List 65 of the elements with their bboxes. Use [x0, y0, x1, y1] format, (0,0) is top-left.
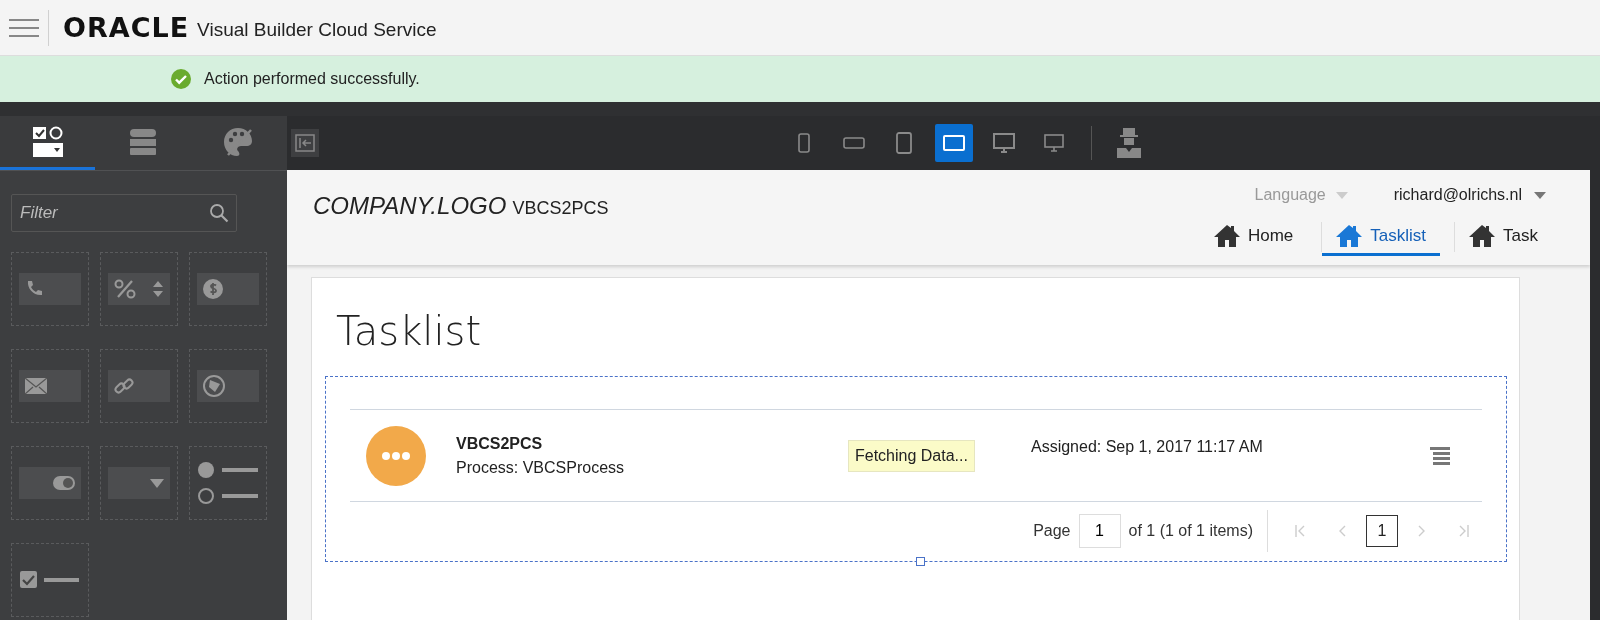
more-circle-icon — [366, 425, 426, 486]
page-number-button[interactable]: 1 — [1366, 515, 1398, 547]
tablet-landscape-icon — [943, 135, 965, 151]
task-title: VBCS2PCS — [456, 434, 544, 453]
phone-icon — [25, 280, 43, 298]
success-message: Action performed successfully. — [204, 70, 420, 88]
collapse-icon — [295, 134, 315, 152]
assigned-date: Assigned: Sep 1, 2017 11:17 AM — [1030, 437, 1263, 456]
chevron-left-icon — [1338, 525, 1346, 537]
dropdown-caret-icon — [150, 478, 164, 488]
list-icon — [1430, 446, 1450, 465]
spinner-arrows-icon — [152, 279, 164, 299]
nav-tab[interactable]: Task — [1455, 218, 1552, 256]
user-hat-icon — [1117, 128, 1141, 158]
product-name: Visual Builder Cloud Service — [197, 18, 437, 41]
aperture-icon — [203, 375, 225, 397]
page-label: Page — [1033, 522, 1071, 540]
percent-icon — [114, 279, 136, 299]
filter-field[interactable]: Filter — [11, 194, 237, 232]
palette-component[interactable] — [11, 349, 89, 423]
home-icon — [1336, 223, 1363, 248]
phone-icon — [798, 133, 810, 153]
database-icon — [128, 127, 157, 156]
palette-component[interactable] — [100, 252, 178, 326]
palette-component[interactable] — [11, 446, 89, 520]
checkbox-line-icon — [19, 570, 81, 590]
monitor-icon — [993, 133, 1015, 153]
dollar-circle-icon — [203, 279, 223, 299]
nav-tab[interactable]: Tasklist — [1322, 218, 1441, 256]
palette-component[interactable] — [189, 349, 267, 423]
phone-landscape-icon — [843, 137, 865, 149]
task-row[interactable]: VBCS2PCS Process: VBCSProcess Fetching Data... Assigned: Sep 1, 2017 11:17 AM — [350, 410, 1482, 501]
page-title: Tasklist — [336, 308, 483, 354]
palette-component[interactable] — [100, 349, 178, 423]
first-page-icon — [1295, 525, 1305, 537]
envelope-icon — [25, 378, 47, 394]
resize-handle[interactable] — [916, 557, 925, 566]
chevron-right-icon — [1418, 525, 1426, 537]
toggle-switch-icon — [53, 476, 75, 490]
components-icon — [31, 125, 64, 158]
search-icon — [209, 203, 229, 223]
device-preview-button[interactable] — [935, 124, 973, 162]
menu-icon — [9, 17, 39, 38]
brand-logo: ORACLE — [63, 12, 190, 43]
link-icon — [114, 376, 134, 396]
tablet-icon — [896, 132, 912, 154]
monitor-icon — [1044, 134, 1064, 152]
last-page-icon — [1459, 525, 1469, 537]
nav-tab[interactable]: Home — [1199, 218, 1308, 256]
palette-icon — [221, 125, 254, 158]
radio-group-icon — [197, 461, 259, 505]
page-input[interactable]: 1 — [1078, 514, 1121, 548]
page-summary: of 1 (1 of 1 items) — [1128, 522, 1253, 540]
status-badge: Fetching Data... — [848, 439, 975, 472]
collapse-panel-button[interactable] — [291, 129, 319, 157]
company-logo: COMPANY.LOGO — [313, 192, 507, 220]
check-circle-icon — [171, 69, 191, 89]
palette-component[interactable] — [11, 543, 89, 617]
palette-component[interactable] — [189, 446, 267, 520]
home-icon — [1213, 223, 1240, 248]
app-name: VBCS2PCS — [512, 198, 609, 219]
home-icon — [1469, 223, 1496, 248]
user-menu[interactable]: richard@olrichs.nl — [1393, 186, 1546, 204]
task-process: Process: VBCSProcess — [456, 458, 626, 477]
palette-component[interactable] — [189, 252, 267, 326]
